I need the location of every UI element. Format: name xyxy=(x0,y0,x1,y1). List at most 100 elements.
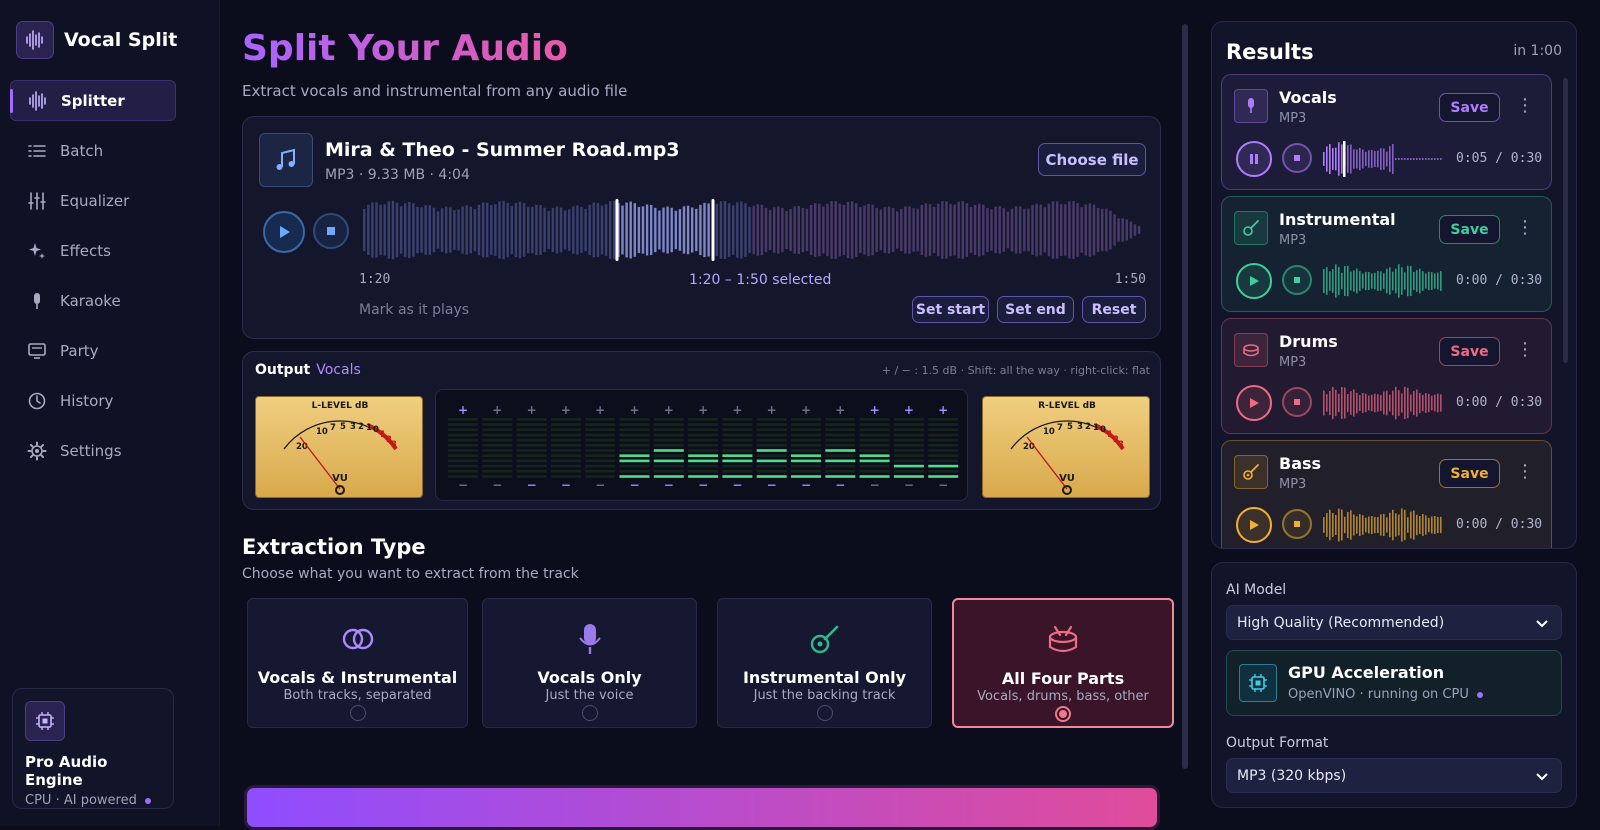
eq-increase[interactable]: + xyxy=(458,403,468,417)
eq-decrease[interactable]: − xyxy=(698,478,708,492)
play-button[interactable] xyxy=(1236,507,1272,543)
option-vocals-instrumental[interactable]: Vocals & Instrumental Both tracks, separ… xyxy=(247,598,468,728)
stop-button[interactable] xyxy=(1282,387,1312,417)
stem-waveform[interactable] xyxy=(1323,385,1445,421)
playhead[interactable] xyxy=(1343,141,1346,177)
results-scrollbar[interactable] xyxy=(1563,78,1568,363)
sidebar-item-history[interactable]: History xyxy=(10,380,176,421)
eq-band[interactable]: +− xyxy=(893,403,924,492)
sidebar-item-effects[interactable]: Effects xyxy=(10,230,176,271)
eq-band[interactable]: +− xyxy=(928,403,959,492)
option-radio[interactable] xyxy=(1055,706,1071,722)
eq-decrease[interactable]: − xyxy=(904,478,914,492)
selection-start-handle[interactable] xyxy=(615,199,619,261)
pause-button[interactable] xyxy=(1236,141,1272,177)
sidebar-item-batch[interactable]: Batch xyxy=(10,130,176,171)
eq-band[interactable]: +− xyxy=(516,403,547,492)
play-button[interactable] xyxy=(1236,385,1272,421)
gpu-acceleration-card[interactable]: GPU Acceleration OpenVINO · running on C… xyxy=(1226,650,1562,716)
eq-increase[interactable]: + xyxy=(698,403,708,417)
main-scrollbar[interactable] xyxy=(1182,24,1188,769)
start-extraction-button[interactable] xyxy=(244,785,1160,830)
eq-increase[interactable]: + xyxy=(629,403,639,417)
option-radio[interactable] xyxy=(349,705,366,721)
eq-decrease[interactable]: − xyxy=(870,478,880,492)
set-end-button[interactable]: Set end xyxy=(997,296,1074,323)
eq-decrease[interactable]: − xyxy=(561,478,571,492)
option-all-four-parts[interactable]: All Four Parts Vocals, drums, bass, othe… xyxy=(952,598,1174,728)
choose-file-button[interactable]: Choose file xyxy=(1038,143,1146,176)
stop-button[interactable] xyxy=(1282,509,1312,539)
stop-button[interactable] xyxy=(313,213,349,249)
mark-as-it-plays-label[interactable]: Mark as it plays xyxy=(359,302,469,318)
more-options-icon[interactable]: ⋮ xyxy=(1516,463,1534,481)
eq-band[interactable]: +− xyxy=(859,403,890,492)
eq-decrease[interactable]: − xyxy=(767,478,777,492)
eq-increase[interactable]: + xyxy=(801,403,811,417)
stop-button[interactable] xyxy=(1282,265,1312,295)
play-button[interactable] xyxy=(263,211,305,253)
option-radio[interactable] xyxy=(816,705,833,721)
eq-increase[interactable]: + xyxy=(732,403,742,417)
save-button[interactable]: Save xyxy=(1439,337,1500,366)
eq-decrease[interactable]: − xyxy=(835,478,845,492)
eq-band[interactable]: +− xyxy=(448,403,478,492)
eq-decrease[interactable]: − xyxy=(629,478,639,492)
more-options-icon[interactable]: ⋮ xyxy=(1516,97,1534,115)
eq-band[interactable]: +− xyxy=(482,403,513,492)
eq-increase[interactable]: + xyxy=(870,403,880,417)
more-options-icon[interactable]: ⋮ xyxy=(1516,219,1534,237)
eq-increase[interactable]: + xyxy=(835,403,845,417)
selection-end-handle[interactable] xyxy=(711,199,715,261)
eq-band[interactable]: +− xyxy=(653,403,684,492)
eq-band[interactable]: +− xyxy=(791,403,821,492)
sidebar-item-party[interactable]: Party xyxy=(10,330,176,371)
option-radio[interactable] xyxy=(581,705,598,721)
ai-model-select[interactable]: High Quality (Recommended) xyxy=(1226,605,1562,640)
output-format-select[interactable]: MP3 (320 kbps) xyxy=(1226,758,1562,793)
sidebar-item-karaoke[interactable]: Karaoke xyxy=(10,280,176,321)
save-button[interactable]: Save xyxy=(1439,459,1500,488)
eq-increase[interactable]: + xyxy=(561,403,571,417)
eq-increase[interactable]: + xyxy=(904,403,914,417)
save-button[interactable]: Save xyxy=(1439,215,1500,244)
waveform-selection[interactable] xyxy=(363,199,1143,261)
eq-increase[interactable]: + xyxy=(527,403,537,417)
eq-decrease[interactable]: − xyxy=(527,478,537,492)
eq-band[interactable]: +− xyxy=(619,403,650,492)
eq-decrease[interactable]: − xyxy=(664,478,674,492)
option-vocals-only[interactable]: Vocals Only Just the voice xyxy=(482,598,697,728)
eq-decrease[interactable]: − xyxy=(732,478,742,492)
eq-decrease[interactable]: − xyxy=(938,478,948,492)
output-target[interactable]: Vocals xyxy=(316,362,361,378)
eq-band[interactable]: +− xyxy=(550,403,581,492)
stem-waveform[interactable] xyxy=(1323,141,1445,177)
stop-button[interactable] xyxy=(1282,143,1312,173)
eq-decrease[interactable]: − xyxy=(801,478,811,492)
eq-increase[interactable]: + xyxy=(664,403,674,417)
option-instrumental-only[interactable]: Instrumental Only Just the backing track xyxy=(717,598,932,728)
save-button[interactable]: Save xyxy=(1439,93,1500,122)
eq-decrease[interactable]: − xyxy=(595,478,605,492)
stem-waveform[interactable] xyxy=(1323,507,1445,543)
sidebar-item-splitter[interactable]: Splitter xyxy=(10,80,176,121)
sidebar-item-settings[interactable]: Settings xyxy=(10,430,176,471)
eq-increase[interactable]: + xyxy=(492,403,502,417)
eq-increase[interactable]: + xyxy=(595,403,605,417)
eq-increase[interactable]: + xyxy=(938,403,948,417)
eq-band[interactable]: +− xyxy=(585,403,616,492)
set-start-button[interactable]: Set start xyxy=(912,296,989,323)
eq-decrease[interactable]: − xyxy=(458,478,468,492)
sidebar-item-equalizer[interactable]: Equalizer xyxy=(10,180,176,221)
graphic-equalizer[interactable]: + − + − + − + − + − + − + − + − + − + − + − + − + − + − + − xyxy=(435,389,968,501)
eq-band[interactable]: +− xyxy=(825,403,856,492)
eq-decrease[interactable]: − xyxy=(492,478,502,492)
eq-increase[interactable]: + xyxy=(767,403,777,417)
reset-button[interactable]: Reset xyxy=(1082,296,1146,323)
more-options-icon[interactable]: ⋮ xyxy=(1516,341,1534,359)
eq-band[interactable]: +− xyxy=(688,403,719,492)
eq-band[interactable]: +− xyxy=(756,403,787,492)
stem-waveform[interactable] xyxy=(1323,263,1445,299)
play-button[interactable] xyxy=(1236,263,1272,299)
eq-band[interactable]: +− xyxy=(722,403,753,492)
